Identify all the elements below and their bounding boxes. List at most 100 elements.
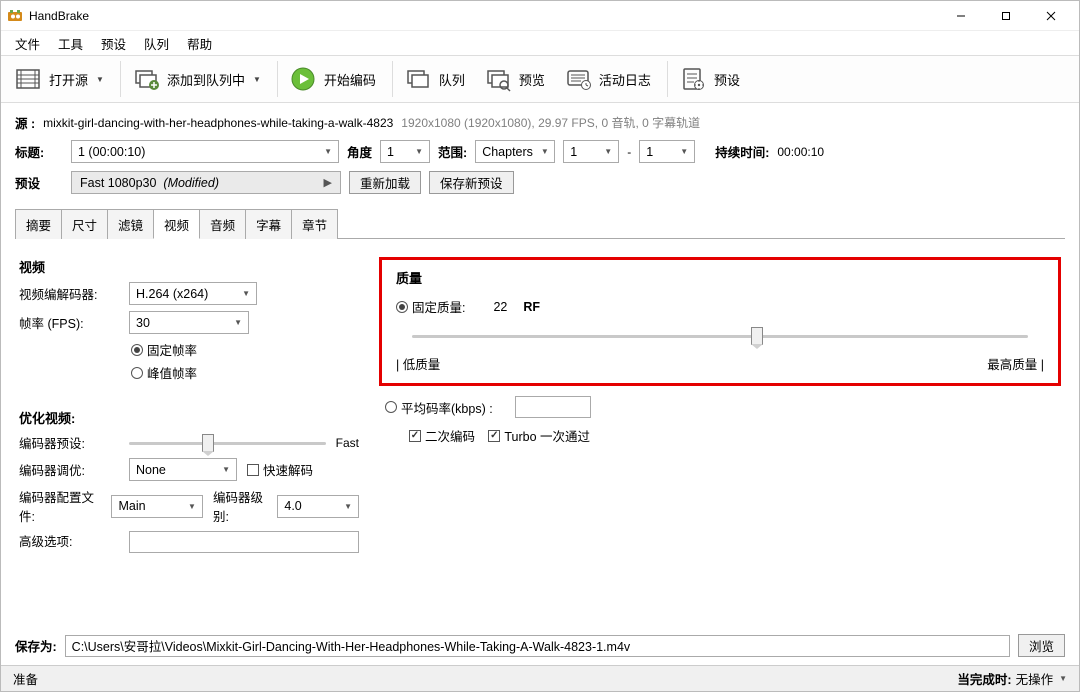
constant-quality-radio[interactable]: 固定质量: — [396, 297, 465, 316]
add-queue-icon — [131, 64, 161, 94]
queue-button[interactable]: 队列 — [399, 59, 475, 99]
encoder-preset-slider[interactable] — [129, 437, 326, 449]
preview-button[interactable]: 预览 — [479, 59, 555, 99]
status-text: 准备 — [13, 669, 38, 688]
advanced-input[interactable] — [129, 531, 359, 553]
window-titlebar: HandBrake — [1, 1, 1079, 31]
chevron-right-icon: ▶ — [324, 176, 332, 189]
range-dash: - — [627, 145, 631, 159]
avg-bitrate-radio[interactable]: 平均码率(kbps) : — [385, 398, 493, 417]
encoder-preset-value: Fast — [336, 436, 359, 450]
maximize-button[interactable] — [983, 2, 1028, 30]
fps-dropdown[interactable]: 30▼ — [129, 311, 249, 334]
chevron-down-icon: ▼ — [324, 147, 332, 156]
save-as-label: 保存为: — [15, 636, 57, 655]
fps-peak-radio[interactable]: 峰值帧率 — [131, 363, 197, 382]
activity-log-button[interactable]: 活动日志 — [559, 59, 661, 99]
tab-summary[interactable]: 摘要 — [15, 209, 62, 239]
source-name: mixkit-girl-dancing-with-her-headphones-… — [43, 116, 393, 130]
range-type-dropdown[interactable]: Chapters▼ — [475, 140, 555, 163]
fps-constant-radio[interactable]: 固定帧率 — [131, 340, 197, 359]
chevron-down-icon: ▼ — [188, 502, 196, 511]
duration-value: 00:00:10 — [777, 145, 824, 159]
tab-subtitles[interactable]: 字幕 — [245, 209, 292, 239]
preview-icon — [483, 64, 513, 94]
close-button[interactable] — [1028, 2, 1073, 30]
chevron-down-icon: ▼ — [234, 318, 242, 327]
high-quality-label: 最高质量 | — [987, 354, 1044, 373]
chevron-down-icon: ▼ — [344, 502, 352, 511]
minimize-button[interactable] — [938, 2, 983, 30]
profile-label: 编码器配置文件: — [19, 487, 101, 525]
range-label: 范围: — [438, 142, 467, 161]
menu-bar: 文件 工具 预设 队列 帮助 — [1, 31, 1079, 55]
quality-title: 质量 — [396, 268, 1044, 287]
when-done-value[interactable]: 无操作 — [1016, 669, 1054, 688]
advanced-label: 高级选项: — [19, 531, 119, 550]
encoder-tune-dropdown[interactable]: None▼ — [129, 458, 237, 481]
menu-help[interactable]: 帮助 — [179, 31, 220, 56]
level-label: 编码器级别: — [213, 487, 267, 525]
save-preset-button[interactable]: 保存新预设 — [429, 171, 514, 194]
source-info: 1920x1080 (1920x1080), 29.97 FPS, 0 音轨, … — [401, 114, 700, 131]
tabs: 摘要 尺寸 滤镜 视频 音频 字幕 章节 — [15, 208, 1065, 239]
tab-audio[interactable]: 音频 — [199, 209, 246, 239]
low-quality-label: | 低质量 — [396, 354, 440, 373]
menu-queue[interactable]: 队列 — [136, 31, 177, 56]
quality-slider[interactable] — [412, 330, 1028, 342]
menu-file[interactable]: 文件 — [7, 31, 48, 56]
toolbar: 打开源 ▼ 添加到队列中 ▼ 开始编码 队列 预览 活动日志 预设 — [1, 55, 1079, 103]
window-title: HandBrake — [29, 9, 89, 23]
video-section-title: 视频 — [19, 257, 359, 276]
chevron-down-icon: ▼ — [415, 147, 423, 156]
source-label: 源 : — [15, 113, 35, 132]
add-to-queue-button[interactable]: 添加到队列中 ▼ — [127, 59, 271, 99]
profile-dropdown[interactable]: Main▼ — [111, 495, 203, 518]
app-icon — [7, 8, 23, 24]
tab-video[interactable]: 视频 — [153, 209, 200, 239]
reload-preset-button[interactable]: 重新加载 — [349, 171, 421, 194]
menu-presets[interactable]: 预设 — [93, 31, 134, 56]
avg-bitrate-input[interactable] — [515, 396, 591, 418]
activity-icon — [563, 64, 593, 94]
chevron-down-icon: ▼ — [242, 289, 250, 298]
browse-button[interactable]: 浏览 — [1018, 634, 1065, 657]
rf-value: 22 — [493, 300, 507, 314]
preset-dropdown[interactable]: Fast 1080p30 (Modified) ▶ — [71, 171, 341, 194]
tab-dimensions[interactable]: 尺寸 — [61, 209, 108, 239]
chevron-down-icon: ▼ — [680, 147, 688, 156]
presets-button[interactable]: 预设 — [674, 59, 750, 99]
optimise-title: 优化视频: — [19, 408, 359, 427]
chevron-down-icon: ▼ — [253, 75, 261, 84]
preset-label: 预设 — [15, 173, 63, 192]
fast-decode-checkbox[interactable]: 快速解码 — [247, 460, 313, 479]
tab-filters[interactable]: 滤镜 — [107, 209, 154, 239]
menu-tools[interactable]: 工具 — [50, 31, 91, 56]
queue-icon — [403, 64, 433, 94]
encoder-preset-label: 编码器预设: — [19, 433, 119, 452]
save-path-input[interactable]: C:\Users\安哥拉\Videos\Mixkit-Girl-Dancing-… — [65, 635, 1010, 657]
open-source-button[interactable]: 打开源 ▼ — [9, 59, 114, 99]
when-done-label: 当完成时: — [957, 669, 1011, 688]
duration-label: 持续时间: — [715, 142, 769, 161]
codec-label: 视频编解码器: — [19, 284, 119, 303]
codec-dropdown[interactable]: H.264 (x264)▼ — [129, 282, 257, 305]
encoder-tune-label: 编码器调优: — [19, 460, 119, 479]
range-start-dropdown[interactable]: 1▼ — [563, 140, 619, 163]
chevron-down-icon: ▼ — [1059, 674, 1067, 683]
title-label: 标题: — [15, 142, 63, 161]
turbo-checkbox[interactable]: Turbo 一次通过 — [488, 426, 590, 445]
angle-dropdown[interactable]: 1▼ — [380, 140, 430, 163]
chevron-down-icon: ▼ — [96, 75, 104, 84]
two-pass-checkbox[interactable]: 二次编码 — [409, 426, 475, 445]
presets-icon — [678, 64, 708, 94]
chevron-down-icon: ▼ — [604, 147, 612, 156]
level-dropdown[interactable]: 4.0▼ — [277, 495, 359, 518]
angle-label: 角度 — [347, 142, 372, 161]
start-encode-button[interactable]: 开始编码 — [284, 59, 386, 99]
chevron-down-icon: ▼ — [222, 465, 230, 474]
film-icon — [13, 64, 43, 94]
tab-chapters[interactable]: 章节 — [291, 209, 338, 239]
range-end-dropdown[interactable]: 1▼ — [639, 140, 695, 163]
title-dropdown[interactable]: 1 (00:00:10)▼ — [71, 140, 339, 163]
